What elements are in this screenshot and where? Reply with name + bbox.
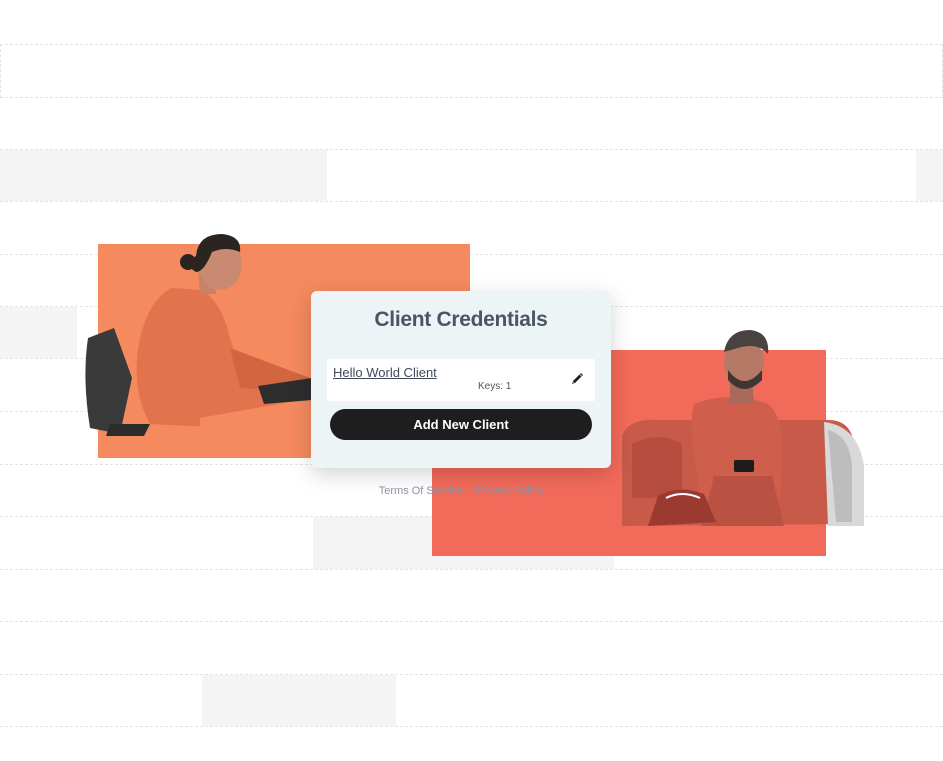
grid-line bbox=[0, 201, 943, 202]
footer-links: Terms Of Service - Privacy Policy bbox=[311, 485, 611, 497]
grid-line bbox=[0, 621, 943, 622]
client-name-link[interactable]: Hello World Client bbox=[333, 365, 437, 380]
grid-block bbox=[0, 150, 327, 201]
client-credentials-card: Client Credentials Hello World Client Ke… bbox=[311, 291, 611, 468]
grid-line bbox=[0, 569, 943, 570]
client-list-item: Hello World Client Keys: 1 bbox=[327, 359, 595, 401]
terms-of-service-link[interactable]: Terms Of Service bbox=[379, 485, 463, 497]
footer-separator: - bbox=[467, 485, 471, 497]
card-title: Client Credentials bbox=[374, 308, 548, 331]
grid-line bbox=[0, 726, 943, 727]
privacy-policy-link[interactable]: Privacy Policy bbox=[475, 485, 543, 497]
grid-line bbox=[0, 674, 943, 675]
grid-block bbox=[916, 150, 943, 201]
grid-block bbox=[202, 675, 396, 726]
pencil-icon[interactable] bbox=[570, 372, 584, 386]
grid-block bbox=[0, 307, 77, 358]
client-keys-count: Keys: 1 bbox=[478, 381, 512, 392]
add-new-client-button[interactable]: Add New Client bbox=[330, 409, 592, 440]
grid-row-outline bbox=[0, 44, 943, 98]
